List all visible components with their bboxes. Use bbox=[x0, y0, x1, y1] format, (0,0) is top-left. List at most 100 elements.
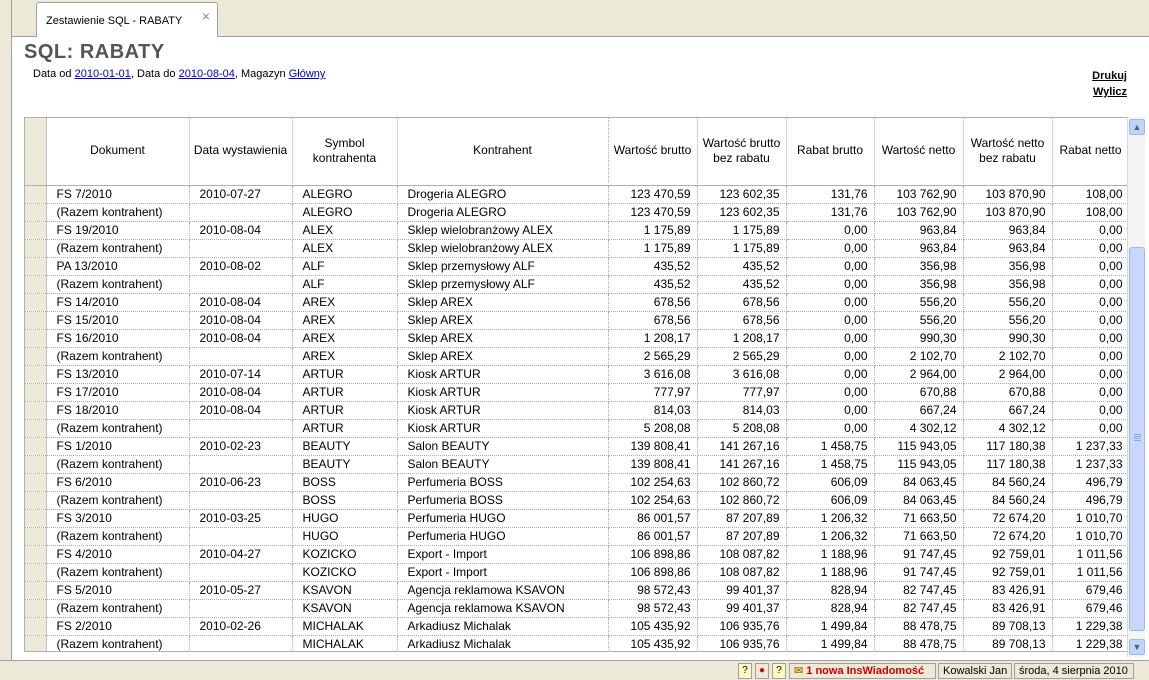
data-cell[interactable]: 2010-02-23 bbox=[189, 437, 293, 456]
kontrahent-cell[interactable]: Export - Import bbox=[397, 545, 609, 564]
symbol-cell[interactable]: MICHALAK bbox=[292, 635, 398, 651]
dokument-cell[interactable]: PA 13/2010 bbox=[46, 257, 190, 276]
rabat-netto-cell[interactable]: 0,00 bbox=[1052, 365, 1127, 384]
rabat-netto-cell[interactable]: 0,00 bbox=[1052, 329, 1127, 348]
date-to-link[interactable]: 2010-08-04 bbox=[179, 68, 235, 80]
wartosc-netto-cell[interactable]: 82 747,45 bbox=[874, 581, 964, 600]
rabat-netto-cell[interactable]: 1 010,70 bbox=[1052, 509, 1127, 528]
rabat-netto-cell[interactable]: 0,00 bbox=[1052, 275, 1127, 294]
rabat-brutto-cell[interactable]: 828,94 bbox=[786, 581, 875, 600]
symbol-cell[interactable]: AREX bbox=[292, 311, 398, 330]
kontrahent-cell[interactable]: Salon BEAUTY bbox=[397, 437, 609, 456]
row-header[interactable] bbox=[25, 311, 47, 330]
wartosc-brutto-cell[interactable]: 86 001,57 bbox=[608, 527, 698, 546]
wartosc-netto-bez-rabatu-cell[interactable]: 89 708,13 bbox=[963, 635, 1053, 651]
wartosc-brutto-bez-rabatu-cell[interactable]: 5 208,08 bbox=[697, 419, 787, 438]
dokument-cell[interactable]: FS 19/2010 bbox=[46, 221, 190, 240]
data-cell[interactable] bbox=[189, 419, 293, 438]
wartosc-netto-bez-rabatu-cell[interactable]: 117 180,38 bbox=[963, 455, 1053, 474]
row-header[interactable] bbox=[25, 455, 47, 474]
kontrahent-cell[interactable]: Sklep przemysłowy ALF bbox=[397, 275, 609, 294]
row-header[interactable] bbox=[25, 203, 47, 222]
row-header[interactable] bbox=[25, 293, 47, 312]
data-cell[interactable]: 2010-06-23 bbox=[189, 473, 293, 492]
wartosc-brutto-cell[interactable]: 678,56 bbox=[608, 311, 698, 330]
notification-badge[interactable]: ✉ 1 nowa InsWiadomość bbox=[789, 663, 936, 679]
wartosc-brutto-bez-rabatu-cell[interactable]: 123 602,35 bbox=[697, 185, 787, 204]
dokument-cell[interactable]: FS 2/2010 bbox=[46, 617, 190, 636]
dokument-cell[interactable]: FS 16/2010 bbox=[46, 329, 190, 348]
wartosc-brutto-cell[interactable]: 2 565,29 bbox=[608, 347, 698, 366]
wartosc-brutto-cell[interactable]: 678,56 bbox=[608, 293, 698, 312]
column-header[interactable]: Wartość netto bez rabatu bbox=[963, 118, 1053, 183]
wartosc-brutto-bez-rabatu-cell[interactable]: 141 267,16 bbox=[697, 437, 787, 456]
wartosc-netto-bez-rabatu-cell[interactable]: 72 674,20 bbox=[963, 509, 1053, 528]
row-header[interactable] bbox=[25, 527, 47, 546]
dokument-cell[interactable]: FS 18/2010 bbox=[46, 401, 190, 420]
dokument-cell[interactable]: FS 14/2010 bbox=[46, 293, 190, 312]
wartosc-brutto-bez-rabatu-cell[interactable]: 678,56 bbox=[697, 293, 787, 312]
wartosc-netto-bez-rabatu-cell[interactable]: 92 759,01 bbox=[963, 563, 1053, 582]
rabat-brutto-cell[interactable]: 1 458,75 bbox=[786, 437, 875, 456]
table-row[interactable]: (Razem kontrahent) KSAVON Agencja reklamow… bbox=[25, 599, 1127, 618]
table-row[interactable]: FS 7/2010 2010-07-27 ALEGRO Drogeria ALEGRO… bbox=[25, 185, 1127, 204]
rabat-brutto-cell[interactable]: 1 458,75 bbox=[786, 455, 875, 474]
wartosc-brutto-bez-rabatu-cell[interactable]: 108 087,82 bbox=[697, 563, 787, 582]
table-row[interactable]: FS 1/2010 2010-02-23 BEAUTY Salon BEAUTY 139… bbox=[25, 437, 1127, 456]
kontrahent-cell[interactable]: Sklep AREX bbox=[397, 311, 609, 330]
help-icon[interactable]: ? bbox=[772, 663, 786, 679]
wartosc-brutto-cell[interactable]: 139 808,41 bbox=[608, 437, 698, 456]
kontrahent-cell[interactable]: Agencja reklamowa KSAVON bbox=[397, 599, 609, 618]
rabat-netto-cell[interactable]: 496,79 bbox=[1052, 473, 1127, 492]
wartosc-brutto-cell[interactable]: 98 572,43 bbox=[608, 581, 698, 600]
kontrahent-cell[interactable]: Kiosk ARTUR bbox=[397, 365, 609, 384]
kontrahent-cell[interactable]: Perfumeria BOSS bbox=[397, 473, 609, 492]
data-cell[interactable]: 2010-02-26 bbox=[189, 617, 293, 636]
row-header[interactable] bbox=[25, 599, 47, 618]
wartosc-netto-bez-rabatu-cell[interactable]: 667,24 bbox=[963, 401, 1053, 420]
column-header[interactable]: Rabat brutto bbox=[786, 118, 875, 183]
wartosc-netto-bez-rabatu-cell[interactable]: 556,20 bbox=[963, 293, 1053, 312]
dokument-cell[interactable]: FS 6/2010 bbox=[46, 473, 190, 492]
wartosc-netto-bez-rabatu-cell[interactable]: 963,84 bbox=[963, 221, 1053, 240]
wartosc-netto-cell[interactable]: 556,20 bbox=[874, 293, 964, 312]
print-link[interactable]: Drukuj bbox=[1092, 68, 1127, 84]
kontrahent-cell[interactable]: Perfumeria HUGO bbox=[397, 527, 609, 546]
row-header[interactable] bbox=[25, 329, 47, 348]
rabat-brutto-cell[interactable]: 0,00 bbox=[786, 365, 875, 384]
rabat-netto-cell[interactable]: 0,00 bbox=[1052, 347, 1127, 366]
dokument-cell[interactable]: FS 4/2010 bbox=[46, 545, 190, 564]
rabat-netto-cell[interactable]: 108,00 bbox=[1052, 185, 1127, 204]
wartosc-netto-bez-rabatu-cell[interactable]: 356,98 bbox=[963, 257, 1053, 276]
rabat-netto-cell[interactable]: 1 229,38 bbox=[1052, 635, 1127, 651]
data-cell[interactable] bbox=[189, 275, 293, 294]
wartosc-brutto-bez-rabatu-cell[interactable]: 87 207,89 bbox=[697, 527, 787, 546]
row-header[interactable] bbox=[25, 563, 47, 582]
table-row[interactable]: FS 5/2010 2010-05-27 KSAVON Agencja reklamo… bbox=[25, 581, 1127, 600]
row-header[interactable] bbox=[25, 383, 47, 402]
dokument-cell[interactable]: (Razem kontrahent) bbox=[46, 635, 190, 651]
rabat-brutto-cell[interactable]: 828,94 bbox=[786, 599, 875, 618]
wartosc-netto-cell[interactable]: 115 943,05 bbox=[874, 437, 964, 456]
kontrahent-cell[interactable]: Kiosk ARTUR bbox=[397, 401, 609, 420]
wartosc-netto-bez-rabatu-cell[interactable]: 2 102,70 bbox=[963, 347, 1053, 366]
symbol-cell[interactable]: BOSS bbox=[292, 473, 398, 492]
symbol-cell[interactable]: AREX bbox=[292, 347, 398, 366]
kontrahent-cell[interactable]: Arkadiusz Michalak bbox=[397, 635, 609, 651]
kontrahent-cell[interactable]: Sklep AREX bbox=[397, 329, 609, 348]
wartosc-netto-bez-rabatu-cell[interactable]: 356,98 bbox=[963, 275, 1053, 294]
kontrahent-cell[interactable]: Sklep wielobranżowy ALEX bbox=[397, 221, 609, 240]
data-cell[interactable]: 2010-04-27 bbox=[189, 545, 293, 564]
kontrahent-cell[interactable]: Kiosk ARTUR bbox=[397, 419, 609, 438]
dokument-cell[interactable]: (Razem kontrahent) bbox=[46, 527, 190, 546]
wartosc-brutto-cell[interactable]: 3 616,08 bbox=[608, 365, 698, 384]
dokument-cell[interactable]: FS 1/2010 bbox=[46, 437, 190, 456]
table-row[interactable]: FS 16/2010 2010-08-04 AREX Sklep AREX 1 208,… bbox=[25, 329, 1127, 348]
symbol-cell[interactable]: ALF bbox=[292, 257, 398, 276]
rabat-brutto-cell[interactable]: 1 499,84 bbox=[786, 635, 875, 651]
data-cell[interactable]: 2010-03-25 bbox=[189, 509, 293, 528]
column-header[interactable]: Wartość brutto bez rabatu bbox=[697, 118, 787, 183]
rabat-netto-cell[interactable]: 0,00 bbox=[1052, 311, 1127, 330]
symbol-cell[interactable]: KSAVON bbox=[292, 581, 398, 600]
table-row[interactable]: (Razem kontrahent) ALEGRO Drogeria ALEGRO 1… bbox=[25, 203, 1127, 222]
